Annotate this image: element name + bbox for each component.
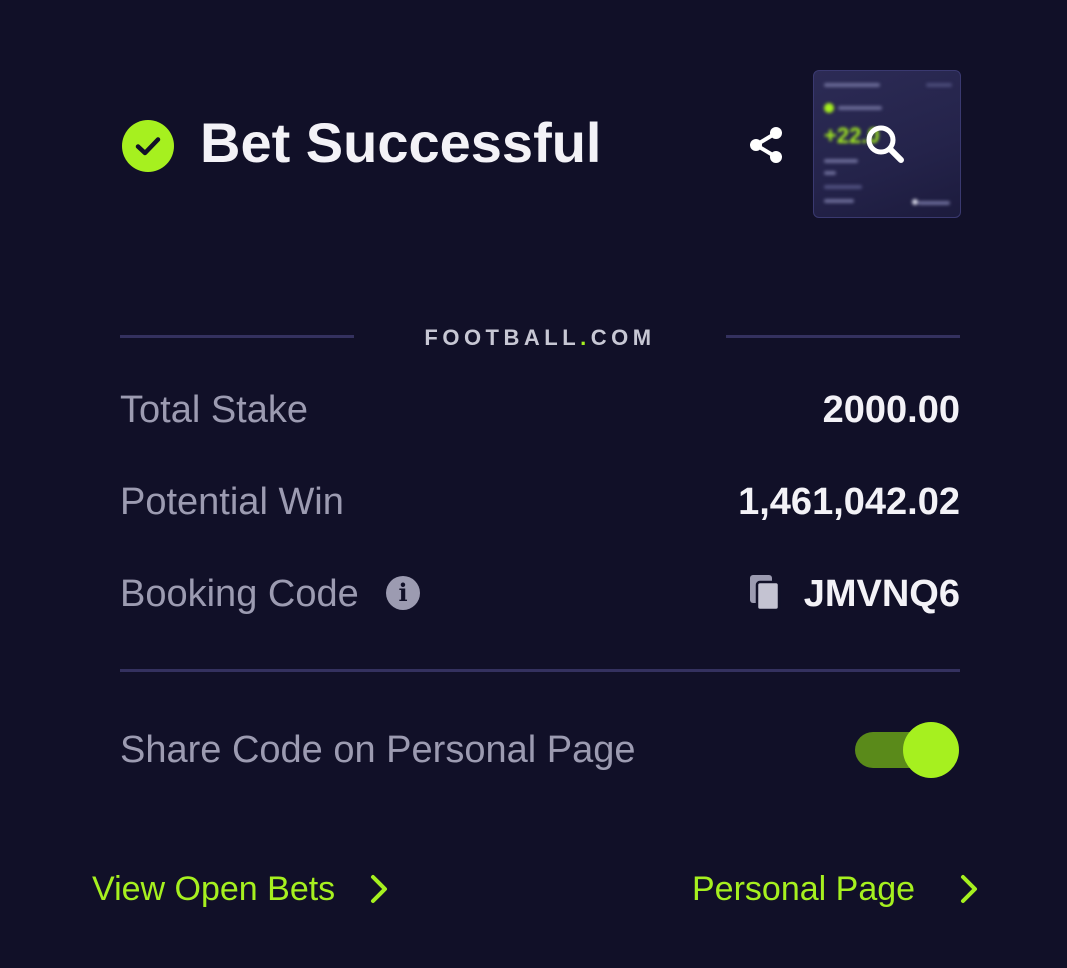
share-code-label: Share Code on Personal Page [120,729,636,771]
share-button[interactable] [744,122,788,168]
brand-dot: . [580,325,591,350]
copy-icon[interactable] [748,573,782,613]
chevron-right-icon[interactable] [958,872,980,906]
view-open-bets-link[interactable]: View Open Bets [92,869,335,909]
booking-code-label: Booking Code [120,573,359,615]
page-title: Bet Successful [200,111,602,174]
toggle-knob [903,722,959,778]
section-divider [120,669,960,672]
potential-win-label: Potential Win [120,481,344,523]
share-code-toggle[interactable] [853,722,961,778]
brand-logo: FOOTBALL.COM [424,325,656,350]
share-icon [750,127,782,163]
bet-slip-preview-thumbnail[interactable]: +22.0 [813,70,961,218]
total-stake-label: Total Stake [120,389,308,431]
chevron-right-icon[interactable] [368,872,390,906]
total-stake-value: 2000.00 [822,389,960,431]
divider-right [726,335,960,338]
zoom-icon [866,125,904,163]
info-icon[interactable]: i [386,576,420,610]
potential-win-value: 1,461,042.02 [738,481,960,523]
booking-code-value[interactable]: JMVNQ6 [804,572,960,616]
check-circle-icon [122,120,174,172]
personal-page-link[interactable]: Personal Page [692,869,915,909]
divider-left [120,335,354,338]
